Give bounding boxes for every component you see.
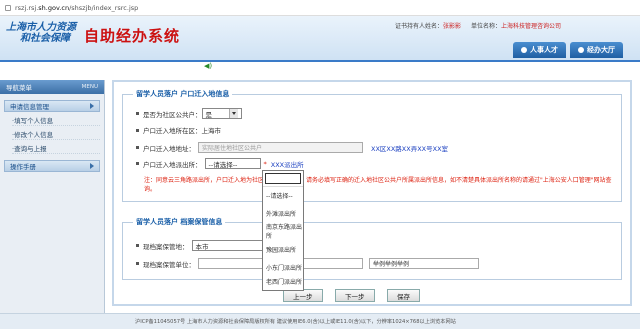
- sidebar-item-fill-info[interactable]: ·填写个人信息: [12, 114, 100, 126]
- browser-address-bar[interactable]: rszj.rsj.sh.gov.cn/shszjb/index_rsrc.jsp: [0, 0, 640, 16]
- lock-icon: [5, 4, 11, 11]
- archive-legend: 留学人员落户 档案保管信息: [133, 217, 226, 227]
- police-station-select[interactable]: --请选择--: [204, 158, 261, 169]
- site-header: 上海市人力资源 和社会保障 自助经办系统 证书持有人姓名：张影影 单位名称：上海…: [0, 16, 640, 60]
- url-text[interactable]: rszj.rsj.sh.gov.cn/shszjb/index_rsrc.jsp: [15, 4, 138, 12]
- police-hint: XXX派出所: [270, 160, 304, 169]
- nav-hr-talent[interactable]: 人事人才: [513, 42, 566, 58]
- sidebar-header: 导航菜单 MENU: [0, 80, 104, 94]
- dropdown-search-input[interactable]: [265, 173, 301, 184]
- nav-service-hall[interactable]: 经办大厅: [570, 42, 623, 58]
- bullet: [136, 262, 139, 265]
- next-step-button[interactable]: 下一步: [335, 289, 375, 302]
- sidebar-item-query-report[interactable]: ·查询与上报: [12, 142, 100, 154]
- police-station-dropdown: --请选择-- 外滩派出所 南京东路派出所 豫园派出所 小东门派出所 老西门派出…: [262, 170, 304, 291]
- chevron-right-icon: [90, 103, 94, 109]
- chevron-down-icon: [228, 109, 238, 118]
- bullet: [136, 112, 139, 115]
- save-button[interactable]: 保存: [387, 289, 420, 302]
- sidebar-item-edit-info[interactable]: ·修改个人信息: [12, 128, 100, 140]
- bullet: [136, 162, 139, 165]
- person-icon: [521, 47, 527, 53]
- site-footer: 沪ICP备11045057号 上海市人力资源和社会保障局版权所有 建议使用IE6…: [0, 313, 640, 329]
- dropdown-option[interactable]: 豫园派出所: [263, 240, 303, 258]
- archive-unit-example: 举例举例举例: [369, 258, 479, 269]
- dropdown-option[interactable]: 外滩派出所: [263, 204, 303, 222]
- unit-name: 上海科技管理咨询公司: [500, 23, 561, 30]
- archive-fieldset: 留学人员落户 档案保管信息: [122, 217, 622, 280]
- chevron-right-icon: [90, 163, 94, 169]
- sidebar-section-manual[interactable]: 操作手册: [4, 160, 100, 172]
- sidebar-section-application[interactable]: 申请信息管理: [4, 100, 100, 112]
- bullet: [136, 244, 139, 247]
- header-divider: [0, 60, 640, 62]
- household-legend: 留学人员落户 户口迁入地信息: [133, 89, 233, 99]
- district-value: 上海市: [201, 127, 222, 135]
- sidebar: 导航菜单 MENU 申请信息管理 ·填写个人信息 ·修改个人信息 ·查询与上报 操…: [0, 80, 105, 315]
- bullet: [136, 146, 139, 149]
- speaker-icon[interactable]: ◀): [204, 62, 212, 70]
- address-input[interactable]: 实际居住地社区公共户: [198, 142, 363, 153]
- is-community-select[interactable]: 是: [201, 108, 242, 119]
- bureau-logo: 上海市人力资源 和社会保障: [6, 22, 76, 44]
- dropdown-option[interactable]: 小东门派出所: [263, 258, 303, 276]
- dropdown-option[interactable]: --请选择--: [263, 186, 303, 204]
- bullet: [136, 128, 139, 132]
- household-note: 注：同意云三角路派出所，户口迁入地为社区公共户的人员，请务必填写正确的迁入地社区…: [144, 177, 612, 193]
- hall-icon: [578, 47, 584, 53]
- dropdown-option[interactable]: 老西门派出所: [263, 276, 303, 286]
- user-info: 证书持有人姓名：张影影 单位名称：上海科技管理咨询公司: [395, 23, 561, 30]
- address-example: XX区XX路XX弄XX号XX室: [371, 144, 449, 153]
- system-title: 自助经办系统: [84, 27, 181, 45]
- holder-name: 张影影: [443, 23, 462, 30]
- dropdown-option[interactable]: 南京东路派出所: [263, 222, 303, 240]
